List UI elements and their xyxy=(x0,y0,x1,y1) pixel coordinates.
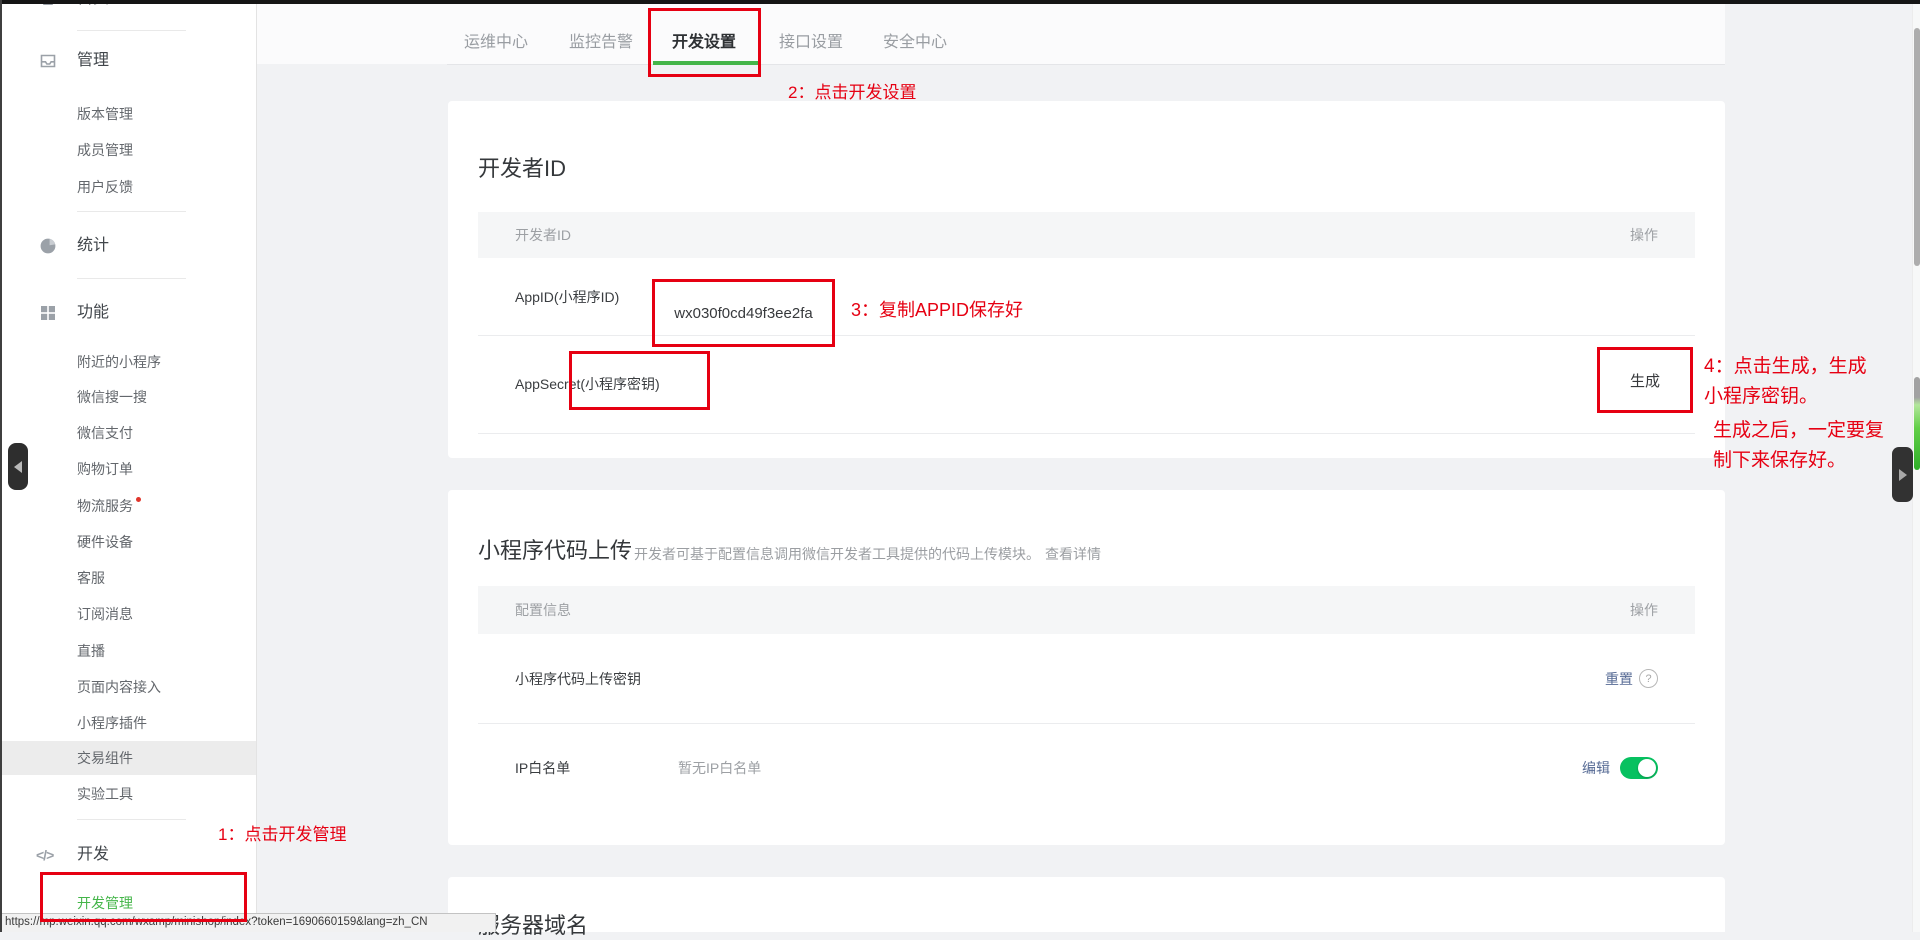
header-col-developer-id: 开发者ID xyxy=(515,225,571,245)
sidebar-divider xyxy=(77,211,186,212)
sidebar-item-user-feedback[interactable]: 用户反馈 xyxy=(0,174,257,200)
sidebar-item-live[interactable]: 直播 xyxy=(0,638,257,664)
sidebar-item-miniprogram-plugin[interactable]: 小程序插件 xyxy=(0,710,257,736)
annotation-step4-line4: 制下来保存好。 xyxy=(1704,446,1884,476)
sidebar-collapse-button[interactable] xyxy=(8,443,28,490)
sidebar-divider xyxy=(77,30,186,31)
developer-id-title: 开发者ID xyxy=(478,151,566,183)
sidebar-item-subscribe-message[interactable]: 订阅消息 xyxy=(0,601,257,627)
sidebar-item-develop[interactable]: </> 开发 xyxy=(0,842,257,868)
developer-id-table-header: 开发者ID 操作 xyxy=(478,212,1695,258)
header-col-config-info: 配置信息 xyxy=(515,600,571,620)
developer-id-card: 开发者ID 开发者ID 操作 AppID(小程序ID) AppSecret(小程… xyxy=(448,101,1725,458)
tab-ops-center[interactable]: 运维中心 xyxy=(464,32,528,54)
upload-key-label: 小程序代码上传密钥 xyxy=(515,669,641,689)
sidebar-divider xyxy=(77,819,186,820)
scrollbar-thumb-green[interactable] xyxy=(1914,377,1920,470)
code-icon: </> xyxy=(36,842,53,868)
sidebar: 首页 管理 版本管理 成员管理 用户反馈 统计 功能 附近的小程序 微信搜一搜 xyxy=(0,0,257,932)
tab-monitor-alert[interactable]: 监控告警 xyxy=(569,32,633,54)
scrollbar-track[interactable] xyxy=(1912,4,1920,932)
tab-strip-divider xyxy=(447,64,1725,65)
header-col-action: 操作 xyxy=(1630,225,1658,245)
sidebar-item-statistics[interactable]: 统计 xyxy=(0,233,257,259)
sidebar-item-features[interactable]: 功能 xyxy=(0,300,257,326)
row-divider xyxy=(478,433,1695,434)
annotation-step1: 1：点击开发管理 xyxy=(218,820,346,845)
sidebar-item-customer-service[interactable]: 客服 xyxy=(0,565,257,591)
annotation-step4: 4：点击生成，生成 小程序密钥。 生成之后，一定要复 制下来保存好。 xyxy=(1704,352,1884,476)
active-tab-underline xyxy=(653,61,758,65)
pie-chart-icon xyxy=(39,237,57,255)
annotation-step2: 2：点击开发设置 xyxy=(788,78,916,103)
sidebar-divider xyxy=(77,278,186,279)
ip-whitelist-label: IP白名单 xyxy=(515,758,570,778)
sidebar-item-member-manage[interactable]: 成员管理 xyxy=(0,137,257,163)
help-question-icon[interactable]: ? xyxy=(1639,669,1658,688)
annotation-step3: 3：复制APPID保存好 xyxy=(851,296,1023,322)
annotation-step4-line3: 生成之后，一定要复 xyxy=(1704,416,1884,446)
new-badge-dot xyxy=(136,497,141,502)
sidebar-item-shopping-orders[interactable]: 购物订单 xyxy=(0,456,257,482)
sidebar-item-experiment-tools[interactable]: 实验工具 xyxy=(0,781,257,807)
sidebar-item-page-content-access[interactable]: 页面内容接入 xyxy=(0,674,257,700)
sidebar-item-nearby-miniprogram[interactable]: 附近的小程序 xyxy=(0,349,257,375)
appsecret-row: AppSecret(小程序密钥) xyxy=(478,335,1695,433)
sidebar-item-version-manage[interactable]: 版本管理 xyxy=(0,101,257,127)
code-upload-title: 小程序代码上传 xyxy=(478,533,632,565)
inbox-icon xyxy=(39,52,57,70)
toggle-knob xyxy=(1638,759,1656,777)
edit-ip-whitelist-button[interactable]: 编辑 xyxy=(1582,758,1610,778)
code-upload-desc: 开发者可基于配置信息调用微信开发者工具提供的代码上传模块。 xyxy=(634,544,1040,564)
panel-expand-button[interactable] xyxy=(1892,447,1913,502)
reset-key-button[interactable]: 重置 xyxy=(1605,669,1633,689)
window-top-edge xyxy=(0,0,1920,4)
wechat-miniprogram-console: 首页 管理 版本管理 成员管理 用户反馈 统计 功能 附近的小程序 微信搜一搜 xyxy=(0,0,1920,932)
annotation-step4-line1: 4：点击生成，生成 xyxy=(1704,352,1884,382)
chevron-left-icon xyxy=(14,461,22,473)
code-upload-card: 小程序代码上传 开发者可基于配置信息调用微信开发者工具提供的代码上传模块。 查看… xyxy=(448,490,1725,845)
annotation-step4-line2: 小程序密钥。 xyxy=(1704,382,1884,412)
ip-whitelist-value: 暂无IP白名单 xyxy=(678,758,761,778)
status-url-bar: https://mp.weixin.qq.com/wxamp/minishop/… xyxy=(0,913,496,932)
appid-value: wx030f0cd49f3ee2fa xyxy=(652,279,835,347)
window-left-edge xyxy=(0,0,2,932)
tab-security-center[interactable]: 安全中心 xyxy=(883,32,947,54)
grid-icon xyxy=(39,304,57,322)
ip-whitelist-row: IP白名单 暂无IP白名单 编辑 xyxy=(478,723,1695,812)
upload-key-row: 小程序代码上传密钥 重置 ? xyxy=(478,634,1695,723)
appid-label: AppID(小程序ID) xyxy=(515,287,619,307)
chevron-right-icon xyxy=(1899,469,1907,481)
sidebar-item-hardware-devices[interactable]: 硬件设备 xyxy=(0,529,257,555)
sidebar-item-logistics-service[interactable]: 物流服务 xyxy=(0,493,257,519)
header-col-action: 操作 xyxy=(1630,600,1658,620)
tab-interface-settings[interactable]: 接口设置 xyxy=(779,32,843,54)
sidebar-item-trade-component[interactable]: 交易组件 xyxy=(0,745,257,771)
generate-secret-button[interactable]: 生成 xyxy=(1597,347,1693,413)
view-details-link[interactable]: 查看详情 xyxy=(1045,544,1101,564)
sidebar-item-wechat-pay[interactable]: 微信支付 xyxy=(0,420,257,446)
scrollbar-thumb[interactable] xyxy=(1914,28,1920,266)
sidebar-item-manage[interactable]: 管理 xyxy=(0,48,257,74)
ip-whitelist-toggle[interactable] xyxy=(1620,757,1658,779)
tab-dev-settings[interactable]: 开发设置 xyxy=(672,32,736,54)
server-domain-card: 服务器域名 xyxy=(448,877,1725,932)
code-upload-table-header: 配置信息 操作 xyxy=(478,586,1695,634)
appsecret-label: AppSecret(小程序密钥) xyxy=(515,374,660,394)
sidebar-item-wechat-search[interactable]: 微信搜一搜 xyxy=(0,384,257,410)
